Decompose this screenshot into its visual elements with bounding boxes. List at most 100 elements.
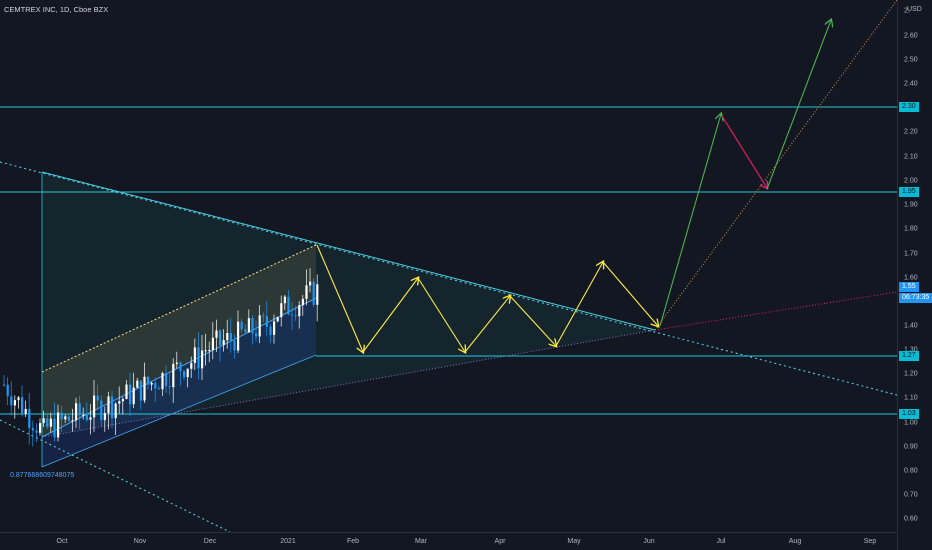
candle-body [193,347,196,363]
candle-body [179,362,182,372]
candle-body [53,418,56,438]
price-tick: 2.40 [904,80,918,88]
price-tick: 2.10 [904,153,918,161]
candle-body [168,386,171,388]
time-label: Mar [414,538,428,545]
candle-body [132,387,135,405]
candle-body [219,330,222,345]
candle-body [244,329,247,333]
time-label: Aug [788,538,802,545]
candle-body [39,423,42,433]
candle-body [301,298,304,306]
time-label: Jun [643,538,655,545]
candle-body [75,403,78,421]
candle-body [118,401,121,404]
time-label: Oct [56,538,68,545]
price-tick: 1.10 [904,394,918,402]
candle-body [204,350,207,352]
time-axis[interactable]: Oct Nov Dec 2021 Feb Mar Apr May Jun Jul… [0,532,897,550]
candle-body [262,315,265,317]
last-price-label: 1.55 [899,282,919,292]
candle-body [60,412,63,420]
candle-body [150,382,153,385]
chart-area[interactable]: CEMTREX INC, 1D, Cboe BZX 0.877668609748… [0,0,898,533]
symbol-title: CEMTREX INC, 1D, Cboe BZX [4,5,109,14]
time-label: Nov [133,538,147,545]
candle-body [67,416,70,421]
candle-body [305,285,308,299]
candle-body [161,373,164,390]
candle-body [294,315,297,317]
candle-body [183,371,186,378]
candle-body [211,337,214,351]
price-tick: 1.80 [904,225,918,233]
candle-body [273,321,276,335]
candle-body [157,388,160,390]
candle-body [93,395,96,418]
price-axis[interactable]: USD 2. 2.60 2.50 2.40 2.20 2.10 2.00 1.9… [897,0,932,550]
candle-body [42,418,45,424]
candle-body [309,281,312,286]
candle-body [247,318,250,333]
price-tick: 1.40 [904,322,918,330]
candle-body [255,333,258,337]
candle-body [215,330,218,338]
candle-body [226,333,229,341]
price-tick: 2.00 [904,177,918,185]
candle-body [46,418,49,427]
price-tick: 0.60 [904,515,918,523]
candle-body [78,403,81,416]
candle-body [31,428,34,431]
candle-body [107,396,110,414]
candle-body [82,414,85,416]
candle-body [35,430,38,433]
candle-body [154,382,157,389]
candle-body [280,303,283,318]
time-label: Dec [203,538,217,545]
time-label: Sep [863,538,877,545]
price-tick: 0.80 [904,467,918,475]
breakout-arrow [659,114,721,327]
candle-body [24,408,27,414]
candle-body [165,373,168,387]
candle-body [64,416,67,420]
chart-drawing[interactable] [0,0,898,533]
price-tick: 1.70 [904,250,918,258]
candle-body [186,368,189,378]
candle-body [57,412,60,438]
low-price-annotation: 0.877668609748075 [10,472,75,479]
pullback-arrow [721,115,767,188]
level-label-1.27: 1.27 [899,351,919,361]
candle-body [100,400,103,421]
candle-body [229,333,232,341]
candle-body [291,314,294,316]
candle-body [125,384,128,399]
candle-body [114,403,117,419]
candle-body [237,321,240,351]
candle-body [13,400,16,406]
candle-body [316,284,319,305]
price-tick: 2. [904,7,910,15]
candle-body [129,384,132,405]
candle-body [190,362,193,369]
price-tick: 1.90 [904,201,918,209]
candle-body [258,315,261,337]
price-tick: 0.90 [904,443,918,451]
candle-body [89,417,92,420]
candle-body [201,350,204,369]
candle-body [6,384,9,397]
candle-body [71,420,74,422]
candle-body [96,395,99,401]
candle-body [287,296,290,315]
price-tick: 1.20 [904,370,918,378]
candle-body [175,362,178,364]
candle-body [208,350,211,352]
candle-body [251,318,254,334]
candle-body [10,396,13,406]
candle-body [103,413,106,421]
price-tick: 2.50 [904,56,918,64]
candle-body [240,321,243,330]
candle-body [17,397,20,401]
price-tick: 1.00 [904,419,918,427]
candle-body [136,380,139,388]
